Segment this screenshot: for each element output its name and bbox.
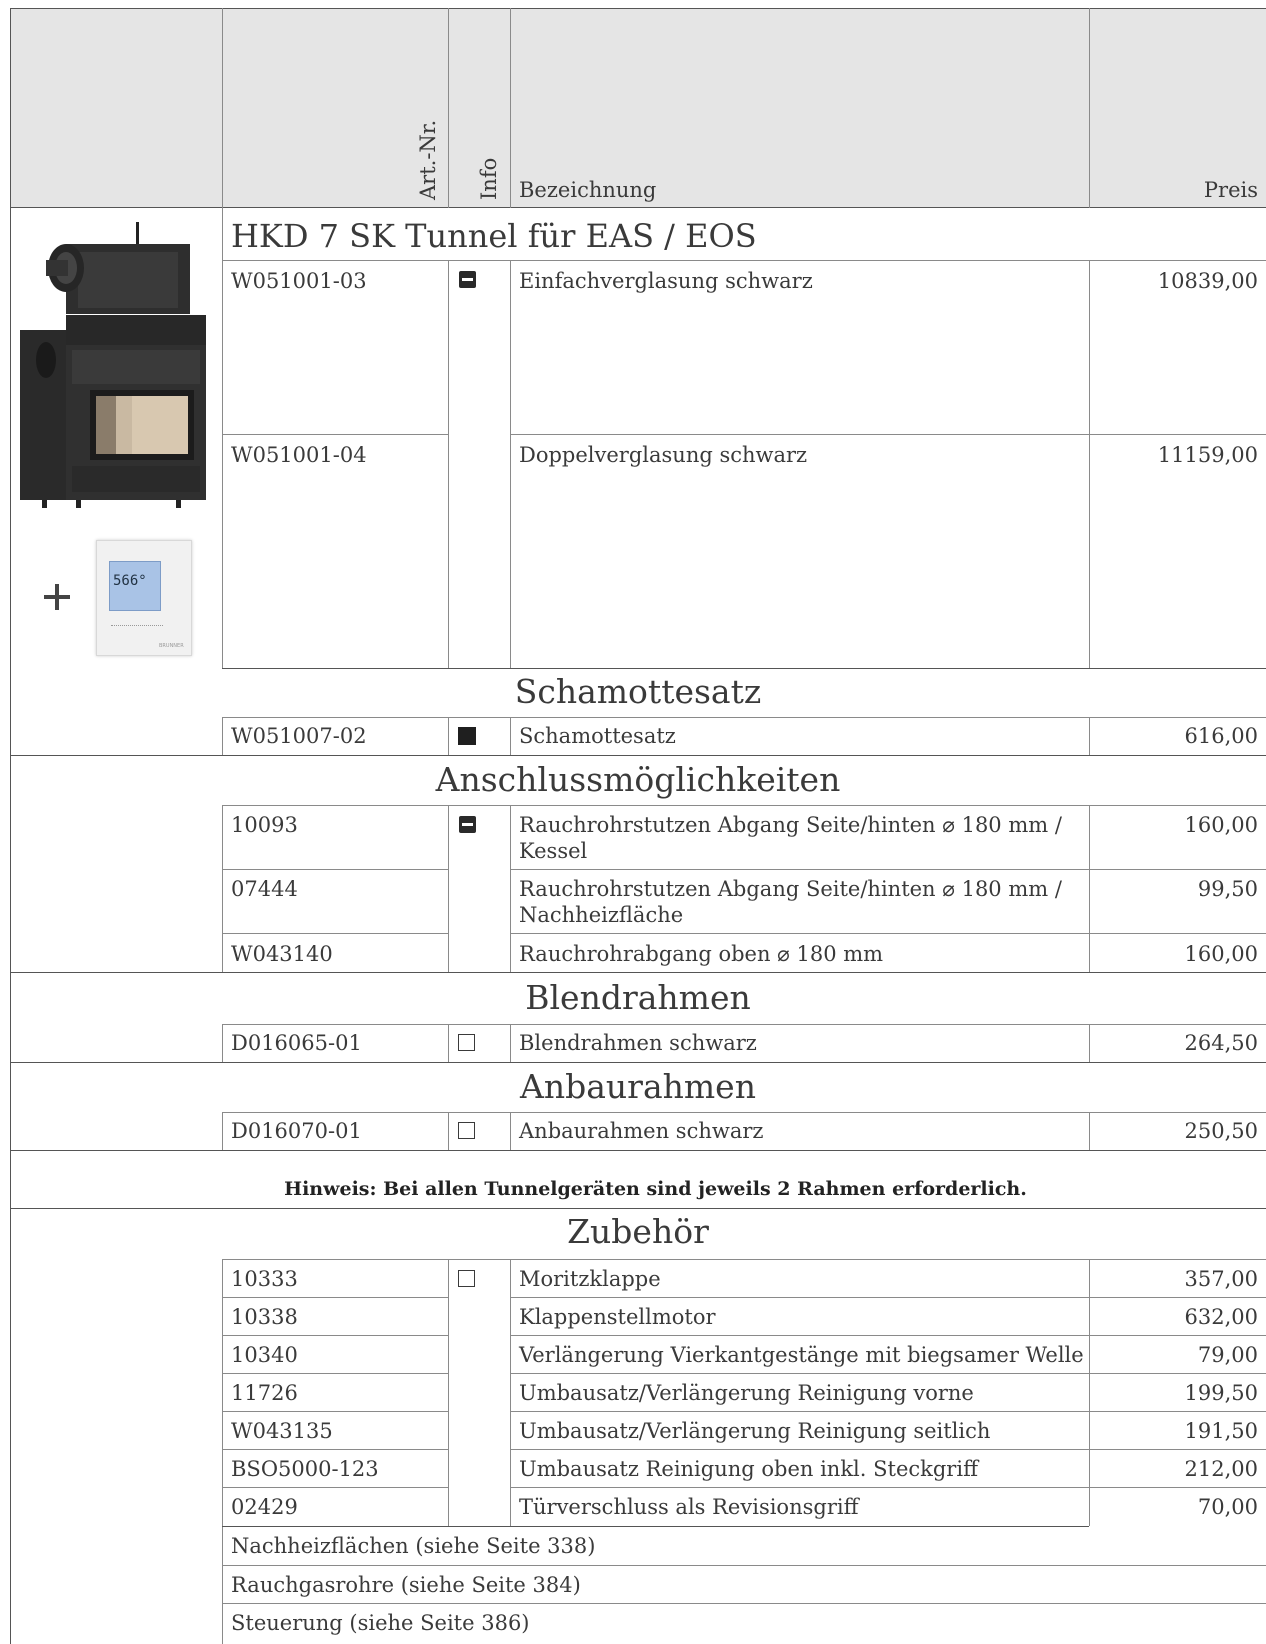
anbaurahmen-row-price: 250,50 (1184, 1119, 1258, 1143)
zubehoer-row-4-art: 11726 (231, 1381, 298, 1405)
blendrahmen-row-art: D016065-01 (231, 1031, 362, 1055)
reference-link-steuerung[interactable]: Steuerung (siehe Seite 386) (231, 1610, 530, 1636)
product-row-2-price: 11159,00 (1157, 443, 1258, 467)
anschluss-row-3-price: 160,00 (1184, 942, 1258, 966)
anbaurahmen-row-desc: Anbaurahmen schwarz (519, 1119, 764, 1143)
product-title: HKD 7 SK Tunnel für EAS / EOS (231, 217, 757, 255)
controller-display-text: 566° (113, 573, 147, 589)
zubehoer-row-3-desc: Verlängerung Vierkantgestänge mit biegsa… (519, 1343, 1084, 1367)
product-row-2-desc: Doppelverglasung schwarz (519, 443, 808, 467)
section-title-blendrahmen: Blendrahmen (525, 978, 751, 1017)
anschluss-row-1-art: 10093 (231, 813, 298, 837)
zubehoer-row-1-desc: Moritzklappe (519, 1267, 661, 1291)
zubehoer-row-4-desc: Umbausatz/Verlängerung Reinigung vorne (519, 1381, 974, 1405)
anschluss-row-2-price: 99,50 (1197, 877, 1258, 901)
anschluss-row-3-desc: Rauchrohrabgang oben ⌀ 180 mm (519, 942, 884, 966)
zubehoer-row-7-price: 70,00 (1197, 1495, 1258, 1519)
anschluss-row-3-art: W043140 (231, 942, 333, 966)
section-title-schamottesatz: Schamottesatz (514, 672, 762, 711)
zubehoer-row-6-desc: Umbausatz Reinigung oben inkl. Steckgrif… (519, 1457, 978, 1481)
anschluss-row-2-desc1: Rauchrohrstutzen Abgang Seite/hinten ⌀ 1… (519, 877, 1062, 901)
zubehoer-row-6-art: BSO5000-123 (231, 1457, 379, 1481)
header-bezeichnung: Bezeichnung (519, 178, 657, 202)
plus-icon (44, 584, 70, 610)
zubehoer-row-3-art: 10340 (231, 1343, 298, 1367)
section-title-zubehoer: Zubehör (567, 1212, 709, 1251)
schamotte-row-desc: Schamottesatz (519, 724, 676, 748)
zubehoer-row-5-art: W043135 (231, 1419, 333, 1443)
zubehoer-row-2-price: 632,00 (1184, 1305, 1258, 1329)
zubehoer-row-5-desc: Umbausatz/Verlängerung Reinigung seitlic… (519, 1419, 991, 1443)
product-row-1-art: W051001-03 (231, 269, 367, 293)
anschluss-row-2-desc2: Nachheizfläche (519, 903, 684, 927)
info-filled-icon[interactable] (458, 727, 476, 745)
zubehoer-row-1-price: 357,00 (1184, 1267, 1258, 1291)
info-empty-icon[interactable] (458, 1270, 475, 1287)
section-title-anschluss: Anschlussmöglichkeiten (435, 760, 841, 799)
anschluss-row-1-desc1: Rauchrohrstutzen Abgang Seite/hinten ⌀ 1… (519, 813, 1062, 837)
header-info: Info (477, 157, 501, 200)
reference-link-rauchgasrohre[interactable]: Rauchgasrohre (siehe Seite 384) (231, 1572, 581, 1598)
info-empty-icon[interactable] (458, 1122, 475, 1139)
zubehoer-row-7-art: 02429 (231, 1495, 298, 1519)
zubehoer-row-2-desc: Klappenstellmotor (519, 1305, 716, 1329)
header-preis: Preis (1203, 178, 1258, 202)
zubehoer-row-1-art: 10333 (231, 1267, 298, 1291)
reference-link-nachheizflaechen[interactable]: Nachheizflächen (siehe Seite 338) (231, 1533, 595, 1559)
zubehoer-row-2-art: 10338 (231, 1305, 298, 1329)
info-minus-icon[interactable] (459, 816, 476, 833)
info-empty-icon[interactable] (458, 1034, 475, 1051)
product-row-1-price: 10839,00 (1157, 269, 1258, 293)
zubehoer-row-4-price: 199,50 (1184, 1381, 1258, 1405)
zubehoer-row-6-price: 212,00 (1184, 1457, 1258, 1481)
anschluss-row-1-desc2: Kessel (519, 839, 588, 863)
schamotte-row-art: W051007-02 (231, 724, 367, 748)
info-minus-icon[interactable] (459, 271, 476, 288)
zubehoer-row-7-desc: Türverschluss als Revisionsgriff (519, 1495, 859, 1519)
zubehoer-row-5-price: 191,50 (1184, 1419, 1258, 1443)
schamotte-row-price: 616,00 (1184, 724, 1258, 748)
header-art-nr: Art.-Nr. (416, 119, 440, 200)
product-image-stove (16, 220, 212, 508)
product-row-2-art: W051001-04 (231, 443, 367, 467)
controller-image: 566° BRUNNER (96, 540, 192, 656)
product-row-1-desc: Einfachverglasung schwarz (519, 269, 813, 293)
anschluss-row-2-art: 07444 (231, 877, 298, 901)
section-title-anbaurahmen: Anbaurahmen (520, 1067, 756, 1106)
blendrahmen-row-desc: Blendrahmen schwarz (519, 1031, 757, 1055)
blendrahmen-row-price: 264,50 (1184, 1031, 1258, 1055)
anbaurahmen-row-art: D016070-01 (231, 1119, 362, 1143)
zubehoer-row-3-price: 79,00 (1197, 1343, 1258, 1367)
hint-text: Hinweis: Bei allen Tunnelgeräten sind je… (284, 1178, 1027, 1200)
anschluss-row-1-price: 160,00 (1184, 813, 1258, 837)
